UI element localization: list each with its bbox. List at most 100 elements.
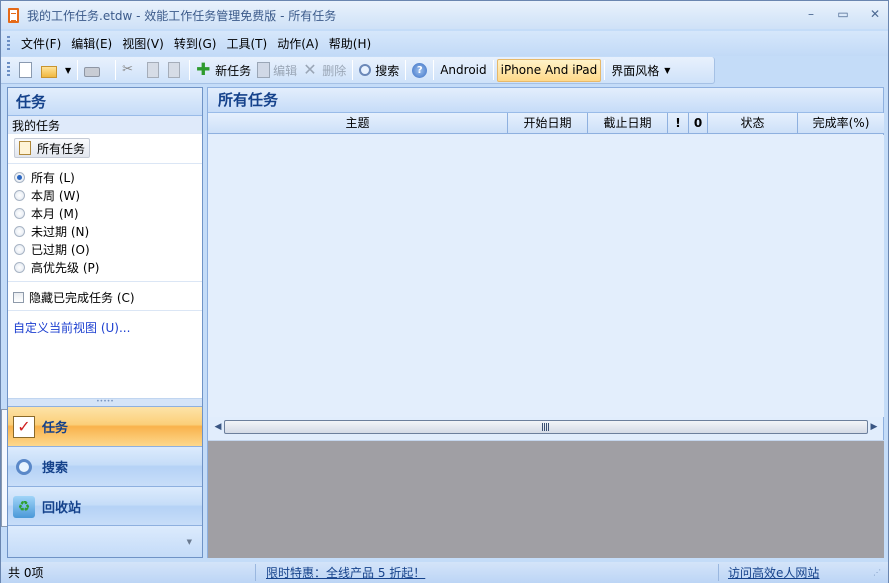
filter-this-week[interactable]: 本周 (W)	[8, 186, 202, 204]
toolbar-separator	[115, 60, 117, 80]
edit-button[interactable]: 编辑	[254, 59, 300, 82]
hide-completed-label: 隐藏已完成任务 (C)	[29, 290, 135, 305]
filter-not-overdue[interactable]: 未过期 (N)	[8, 222, 202, 240]
nav-recycle-bin[interactable]: ♻ 回收站	[8, 486, 202, 526]
delete-icon: ✕	[303, 60, 317, 79]
menubar-grip[interactable]	[7, 35, 10, 52]
paste-button[interactable]	[165, 59, 186, 82]
title-bar: 我的工作任务.etdw - 效能工作任务管理免费版 - 所有任务 – ▭ ✕	[1, 1, 888, 29]
checkbox[interactable]	[13, 291, 24, 303]
chevron-down-icon[interactable]: ▼	[65, 66, 71, 75]
menu-view[interactable]: 视图(V)	[117, 35, 169, 52]
open-folder-icon	[41, 65, 57, 78]
cut-button[interactable]: ✂	[119, 59, 144, 82]
left-panel-title: 任务	[8, 88, 202, 116]
all-tasks-button[interactable]: 所有任务	[14, 138, 91, 158]
item-count: 共 0项	[1, 564, 256, 581]
chevron-down-icon[interactable]: ▼	[187, 538, 192, 546]
close-button[interactable]: ✕	[868, 7, 882, 21]
paste-icon	[168, 62, 181, 78]
help-button[interactable]: ?	[409, 59, 430, 82]
recycle-bin-icon: ♻	[13, 495, 35, 518]
column-completion[interactable]: 完成率(%)	[798, 113, 884, 133]
radio-button[interactable]	[14, 225, 25, 237]
divider	[8, 281, 202, 282]
minimize-button[interactable]: –	[804, 7, 818, 21]
column-subject[interactable]: 主题	[208, 113, 508, 133]
menu-edit[interactable]: 编辑(E)	[66, 35, 117, 52]
column-status[interactable]: 状态	[708, 113, 798, 133]
column-due-date[interactable]: 截止日期	[588, 113, 668, 133]
column-start-date[interactable]: 开始日期	[508, 113, 588, 133]
filter-label: 已过期 (O)	[31, 242, 90, 257]
scissors-icon: ✂	[122, 62, 134, 77]
resize-grip[interactable]: ⋰	[866, 568, 888, 577]
radio-button[interactable]	[14, 189, 25, 201]
filter-this-month[interactable]: 本月 (M)	[8, 204, 202, 222]
task-grid-body[interactable]	[208, 135, 884, 417]
plus-icon: ✚	[196, 60, 211, 80]
menu-file[interactable]: 文件(F)	[16, 35, 66, 52]
customize-view-link[interactable]: 自定义当前视图 (U)...	[8, 319, 202, 336]
open-file-button[interactable]: ▼	[38, 59, 74, 82]
edit-icon	[257, 62, 271, 78]
checklist-icon: ✓	[13, 415, 35, 438]
app-icon	[8, 7, 19, 23]
new-file-button[interactable]	[16, 59, 38, 82]
menu-bar: 文件(F) 编辑(E) 视图(V) 转到(G) 工具(T) 动作(A) 帮助(H…	[1, 31, 888, 56]
android-button[interactable]: Android	[437, 59, 489, 82]
filter-label: 本月 (M)	[31, 206, 79, 221]
horizontal-scrollbar[interactable]: ◀ ▶	[212, 419, 880, 435]
radio-button[interactable]	[14, 243, 25, 255]
nav-search[interactable]: 搜索	[8, 446, 202, 486]
panel-splitter[interactable]: •••••	[8, 398, 202, 406]
scroll-right-icon[interactable]: ▶	[868, 422, 880, 432]
radio-button[interactable]	[14, 207, 25, 219]
help-icon: ?	[412, 62, 428, 78]
filter-all[interactable]: 所有 (L)	[8, 168, 202, 186]
scrollbar-track[interactable]	[224, 420, 868, 434]
nav-tasks[interactable]: ✓ 任务	[8, 406, 202, 446]
toolbar-grip[interactable]	[7, 62, 10, 78]
filter-high-priority[interactable]: 高优先级 (P)	[8, 258, 202, 276]
nav-search-label: 搜索	[42, 461, 69, 476]
toolbar-separator	[77, 60, 79, 80]
filter-label: 所有 (L)	[31, 170, 75, 185]
print-button[interactable]	[81, 59, 106, 82]
promo-link-container: 限时特惠：全线产品 5 折起！	[256, 564, 718, 581]
theme-dropdown[interactable]: 界面风格 ▼	[608, 59, 673, 82]
site-link-container: 访问高效e人网站	[718, 564, 866, 581]
print-preview-button[interactable]	[1, 59, 112, 527]
clipboard-icon	[19, 141, 31, 155]
hide-completed-checkbox[interactable]: 隐藏已完成任务 (C)	[8, 286, 202, 308]
main-panel-title: 所有任务	[208, 88, 883, 113]
toolbar-separator	[492, 60, 494, 80]
menu-tools[interactable]: 工具(T)	[221, 35, 272, 52]
menu-help[interactable]: 帮助(H)	[324, 35, 376, 52]
website-link[interactable]: 访问高效e人网站	[728, 566, 819, 580]
toolbar-separator	[604, 60, 606, 80]
filter-label: 未过期 (N)	[31, 224, 90, 239]
radio-button[interactable]	[14, 261, 25, 273]
iphone-ipad-button[interactable]: iPhone And iPad	[496, 58, 602, 82]
new-document-icon	[19, 62, 32, 78]
new-task-button[interactable]: ✚ 新任务	[193, 59, 254, 82]
maximize-button[interactable]: ▭	[836, 7, 850, 21]
column-priority[interactable]: !	[668, 113, 689, 133]
menu-goto[interactable]: 转到(G)	[169, 35, 222, 52]
copy-button[interactable]	[144, 59, 165, 82]
promo-link[interactable]: 限时特惠：全线产品 5 折起！	[266, 566, 425, 580]
toolbar-separator	[189, 60, 191, 80]
divider	[8, 163, 202, 164]
scroll-left-icon[interactable]: ◀	[212, 422, 224, 432]
filter-label: 高优先级 (P)	[31, 260, 100, 275]
scrollbar-thumb-grip[interactable]	[542, 423, 550, 431]
radio-button[interactable]	[14, 171, 25, 183]
search-button[interactable]: 搜索	[356, 59, 402, 82]
filter-overdue[interactable]: 已过期 (O)	[8, 240, 202, 258]
task-grid-header: 主题 开始日期 截止日期 ! 0 状态 完成率(%)	[208, 113, 884, 134]
toolbar: ▼ ✂ ✚ 新任务 编辑 ✕ 删除 搜索 ? Android iPhone And …	[1, 57, 715, 527]
delete-button[interactable]: ✕ 删除	[300, 59, 349, 82]
column-attachment[interactable]: 0	[689, 113, 708, 133]
menu-actions[interactable]: 动作(A)	[272, 35, 324, 52]
